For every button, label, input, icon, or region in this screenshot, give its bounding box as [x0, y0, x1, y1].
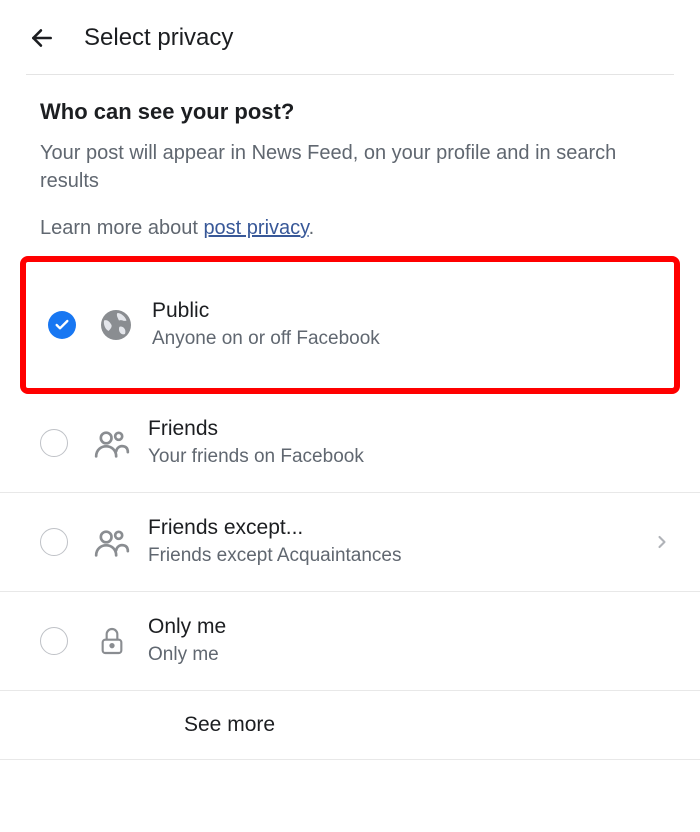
option-title: Only me [148, 614, 672, 640]
option-text: Friends except... Friends except Acquain… [148, 515, 642, 569]
friends-icon [90, 421, 134, 465]
radio-selected[interactable] [48, 311, 76, 339]
option-subtitle: Your friends on Facebook [148, 444, 672, 470]
arrow-left-icon [29, 25, 55, 51]
option-title: Friends [148, 416, 672, 442]
learn-more-suffix: . [309, 217, 315, 239]
lock-icon [90, 619, 134, 663]
checkmark-icon [54, 317, 70, 333]
section-heading: Who can see your post? [0, 75, 700, 135]
post-privacy-link[interactable]: post privacy [203, 217, 308, 239]
back-button[interactable] [26, 22, 58, 54]
see-more-button[interactable]: See more [0, 691, 700, 760]
learn-more-prefix: Learn more about [40, 217, 203, 239]
chevron-right-icon [642, 532, 672, 552]
globe-icon [94, 303, 138, 347]
privacy-option-public[interactable]: Public Anyone on or off Facebook [20, 256, 680, 394]
privacy-option-friends[interactable]: Friends Your friends on Facebook [0, 394, 700, 493]
radio-unselected[interactable] [40, 429, 68, 457]
option-text: Friends Your friends on Facebook [148, 416, 672, 470]
option-subtitle: Anyone on or off Facebook [152, 326, 666, 352]
privacy-option-friends-except[interactable]: Friends except... Friends except Acquain… [0, 493, 700, 592]
radio-unselected[interactable] [40, 627, 68, 655]
privacy-options-list: Public Anyone on or off Facebook Friends… [0, 256, 700, 760]
option-subtitle: Only me [148, 642, 672, 668]
option-text: Public Anyone on or off Facebook [152, 298, 666, 352]
see-more-label: See more [106, 713, 275, 737]
option-text: Only me Only me [148, 614, 672, 668]
learn-more-text: Learn more about post privacy. [0, 199, 700, 248]
option-title: Friends except... [148, 515, 642, 541]
option-subtitle: Friends except Acquaintances [148, 543, 642, 569]
privacy-option-only-me[interactable]: Only me Only me [0, 592, 700, 691]
section-description: Your post will appear in News Feed, on y… [0, 135, 700, 199]
option-title: Public [152, 298, 666, 324]
header: Select privacy [0, 0, 700, 74]
radio-unselected[interactable] [40, 528, 68, 556]
friends-except-icon [90, 520, 134, 564]
page-title: Select privacy [84, 24, 233, 52]
